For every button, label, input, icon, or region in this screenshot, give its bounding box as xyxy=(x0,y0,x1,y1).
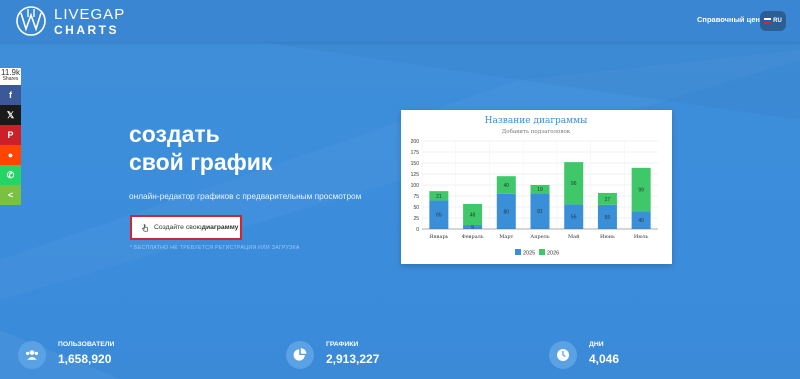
pointer-hand-icon xyxy=(142,223,148,232)
x-tick-label: Январь xyxy=(429,234,448,240)
data-label: 27 xyxy=(605,197,611,203)
stat-2: ДНИ 4,046 xyxy=(549,341,619,369)
logo-mark-icon xyxy=(16,6,46,36)
data-label: 65 xyxy=(436,213,442,219)
data-label: 96 xyxy=(571,181,577,187)
stat-label: ГРАФИКИ xyxy=(326,341,359,348)
stat-label: ДНИ xyxy=(589,341,604,348)
data-label: 81 xyxy=(537,209,543,215)
create-chart-label-bold: диаграмму xyxy=(201,224,239,231)
hero-title-line1: создать xyxy=(129,121,220,147)
x-tick-label: Март xyxy=(499,234,513,240)
chart-preview-card[interactable]: Название диаграммы Добавить подзаголовок 0… xyxy=(401,110,672,264)
y-tick-label: 125 xyxy=(411,172,420,178)
y-tick-label: 175 xyxy=(411,150,420,156)
data-label: 48 xyxy=(470,212,476,218)
free-note: * БЕСПЛАТНО НЕ ТРЕБУЕТСЯ РЕГИСТРАЦИЯ ИЛИ… xyxy=(130,245,300,251)
y-tick-label: 200 xyxy=(411,139,420,145)
data-label: 21 xyxy=(436,194,442,200)
data-label: 40 xyxy=(504,183,510,189)
stat-value: 2,913,227 xyxy=(326,352,380,366)
y-tick-label: 0 xyxy=(416,227,419,233)
data-label: 9 xyxy=(471,225,474,231)
stat-0: ПОЛЬЗОВАТЕЛИ 1,658,920 xyxy=(18,341,114,369)
chart-subtitle: Добавить подзаголовок xyxy=(502,128,571,135)
y-tick-label: 150 xyxy=(411,161,420,167)
data-label: 55 xyxy=(605,215,611,221)
brand-logo[interactable]: LIVEGAP CHARTS xyxy=(14,5,125,37)
x-tick-label: Июль xyxy=(634,234,649,240)
reddit-icon[interactable]: ● xyxy=(0,145,21,165)
data-label: 56 xyxy=(571,215,577,221)
create-chart-button[interactable]: Создайте свою диаграмму xyxy=(130,215,242,240)
y-tick-label: 25 xyxy=(413,216,419,222)
x-tick-label: Июнь xyxy=(600,234,615,240)
data-label: 19 xyxy=(537,187,543,193)
russia-flag-icon xyxy=(764,18,772,24)
hero-title: создать свой график xyxy=(129,120,272,176)
x-icon[interactable]: 𝕏 xyxy=(0,105,21,125)
share-sidebar: 11.9k Shares f 𝕏 P ● ✆ < xyxy=(0,68,21,205)
data-label: 80 xyxy=(504,209,510,215)
x-tick-label: Апрель xyxy=(530,234,549,240)
chart-preview: Название диаграммы Добавить подзаголовок 0… xyxy=(411,116,658,257)
facebook-icon[interactable]: f xyxy=(0,85,21,105)
x-tick-label: Февраль xyxy=(462,234,484,240)
legend-label: 2026 xyxy=(547,251,559,257)
brand-subname: CHARTS xyxy=(54,22,119,37)
stat-value: 1,658,920 xyxy=(58,352,112,366)
whatsapp-icon[interactable]: ✆ xyxy=(0,165,21,185)
data-label: 99 xyxy=(638,188,644,194)
x-tick-label: Май xyxy=(568,234,580,240)
legend-swatch-2026 xyxy=(539,249,545,255)
language-selector[interactable]: RU xyxy=(760,11,786,31)
pie-chart-icon xyxy=(286,341,314,369)
hero-title-line2: свой график xyxy=(129,149,273,175)
top-navbar: LIVEGAP CHARTS Справочный центр RU xyxy=(0,0,800,42)
y-tick-label: 75 xyxy=(413,194,419,200)
data-label: 40 xyxy=(638,218,644,224)
chart-title: Название диаграммы xyxy=(485,116,588,126)
clock-icon xyxy=(549,341,577,369)
language-code: RU xyxy=(773,18,782,24)
stat-label: ПОЛЬЗОВАТЕЛИ xyxy=(58,341,115,348)
y-tick-label: 100 xyxy=(411,183,420,189)
legend-label: 2025 xyxy=(523,251,535,257)
hero-subtitle: онлайн-редактор графиков с предварительн… xyxy=(129,191,362,201)
stat-value: 4,046 xyxy=(589,352,620,366)
stat-1: ГРАФИКИ 2,913,227 xyxy=(286,341,379,369)
y-tick-label: 50 xyxy=(413,205,419,211)
help-center-link[interactable]: Справочный центр xyxy=(697,15,768,24)
share-count-label: Shares xyxy=(2,76,19,82)
users-icon xyxy=(18,341,46,369)
create-chart-label: Создайте свою xyxy=(154,224,202,231)
share-icon[interactable]: < xyxy=(0,185,21,205)
legend-swatch-2025 xyxy=(515,249,521,255)
pinterest-icon[interactable]: P xyxy=(0,125,21,145)
background-decoration xyxy=(0,330,120,379)
share-counter: 11.9k Shares xyxy=(0,68,21,85)
brand-name: LIVEGAP xyxy=(54,5,126,23)
